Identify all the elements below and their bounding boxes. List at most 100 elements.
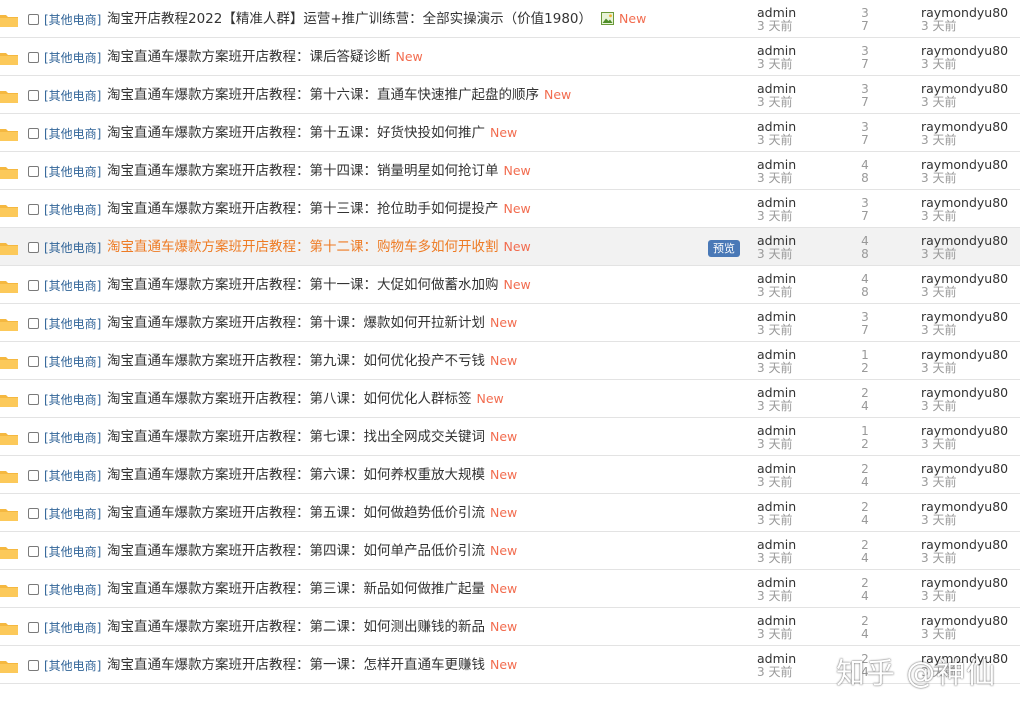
select-checkbox[interactable] [28, 660, 39, 671]
last-poster-link[interactable]: raymondyu80 [921, 196, 1008, 210]
category-link[interactable]: [其他电商] [44, 620, 101, 636]
last-post-date: 3 天前 [921, 627, 957, 641]
last-poster-link[interactable]: raymondyu80 [921, 310, 1008, 324]
author-link[interactable]: admin [757, 82, 796, 96]
select-checkbox[interactable] [28, 242, 39, 253]
select-checkbox[interactable] [28, 584, 39, 595]
reply-count: 3 [861, 6, 869, 20]
thread-title-link[interactable]: 淘宝直通车爆款方案班开店教程：第三课：新品如何做推广起量 New [107, 580, 517, 598]
category-link[interactable]: [其他电商] [44, 88, 101, 104]
thread-title-link[interactable]: 淘宝直通车爆款方案班开店教程：第一课：怎样开直通车更赚钱 New [107, 656, 517, 674]
select-checkbox[interactable] [28, 280, 39, 291]
last-poster-link[interactable]: raymondyu80 [921, 6, 1008, 20]
category-link[interactable]: [其他电商] [44, 582, 101, 598]
last-poster-link[interactable]: raymondyu80 [921, 462, 1008, 476]
last-poster-link[interactable]: raymondyu80 [921, 614, 1008, 628]
thread-title-link[interactable]: 淘宝直通车爆款方案班开店教程：第十三课：抢位助手如何提投产 New [107, 200, 531, 218]
category-link[interactable]: [其他电商] [44, 240, 101, 256]
last-poster-link[interactable]: raymondyu80 [921, 120, 1008, 134]
author-link[interactable]: admin [757, 158, 796, 172]
category-link[interactable]: [其他电商] [44, 468, 101, 484]
reply-count: 4 [861, 272, 869, 286]
author-link[interactable]: admin [757, 310, 796, 324]
category-link[interactable]: [其他电商] [44, 278, 101, 294]
author-link[interactable]: admin [757, 462, 796, 476]
new-tag: New [490, 543, 518, 558]
last-poster-link[interactable]: raymondyu80 [921, 82, 1008, 96]
last-poster-link[interactable]: raymondyu80 [921, 538, 1008, 552]
folder-icon [0, 167, 18, 179]
thread-title-link[interactable]: 淘宝直通车爆款方案班开店教程：第九课：如何优化投产不亏钱 New [107, 352, 517, 370]
thread-title-link[interactable]: 淘宝直通车爆款方案班开店教程：第五课：如何做趋势低价引流 New [107, 504, 517, 522]
category-link[interactable]: [其他电商] [44, 430, 101, 446]
last-poster-link[interactable]: raymondyu80 [921, 576, 1008, 590]
post-date: 3 天前 [757, 95, 793, 109]
author-link[interactable]: admin [757, 614, 796, 628]
select-checkbox[interactable] [28, 622, 39, 633]
preview-button[interactable]: 预览 [708, 240, 740, 257]
thread-title-link[interactable]: 淘宝直通车爆款方案班开店教程：课后答疑诊断 New [107, 48, 423, 66]
select-checkbox[interactable] [28, 318, 39, 329]
category-link[interactable]: [其他电商] [44, 126, 101, 142]
select-checkbox[interactable] [28, 52, 39, 63]
thread-title-link[interactable]: 淘宝直通车爆款方案班开店教程：第十二课：购物车多如何开收割 New [107, 238, 531, 256]
last-poster-link[interactable]: raymondyu80 [921, 386, 1008, 400]
category-link[interactable]: [其他电商] [44, 50, 101, 66]
author-link[interactable]: admin [757, 272, 796, 286]
author-link[interactable]: admin [757, 386, 796, 400]
category-link[interactable]: [其他电商] [44, 544, 101, 560]
last-poster-link[interactable]: raymondyu80 [921, 424, 1008, 438]
author-link[interactable]: admin [757, 196, 796, 210]
select-checkbox[interactable] [28, 394, 39, 405]
thread-title-link[interactable]: 淘宝直通车爆款方案班开店教程：第二课：如何测出赚钱的新品 New [107, 618, 517, 636]
category-link[interactable]: [其他电商] [44, 354, 101, 370]
author-link[interactable]: admin [757, 44, 796, 58]
category-link[interactable]: [其他电商] [44, 506, 101, 522]
select-checkbox[interactable] [28, 432, 39, 443]
thread-title-link[interactable]: 淘宝直通车爆款方案班开店教程：第十一课：大促如何做蓄水加购 New [107, 276, 531, 294]
select-checkbox[interactable] [28, 546, 39, 557]
select-checkbox[interactable] [28, 204, 39, 215]
last-poster-link[interactable]: raymondyu80 [921, 348, 1008, 362]
last-poster-link[interactable]: raymondyu80 [921, 234, 1008, 248]
author-link[interactable]: admin [757, 348, 796, 362]
view-count: 4 [861, 475, 869, 489]
thread-title-link[interactable]: 淘宝直通车爆款方案班开店教程：第七课：找出全网成交关键词 New [107, 428, 517, 446]
select-checkbox[interactable] [28, 470, 39, 481]
last-poster-link[interactable]: raymondyu80 [921, 500, 1008, 514]
thread-title-link[interactable]: 淘宝直通车爆款方案班开店教程：第十六课：直通车快速推广起盘的顺序 New [107, 86, 571, 104]
select-checkbox[interactable] [28, 90, 39, 101]
author-link[interactable]: admin [757, 424, 796, 438]
author-link[interactable]: admin [757, 576, 796, 590]
author-link[interactable]: admin [757, 234, 796, 248]
thread-title-link[interactable]: 淘宝直通车爆款方案班开店教程：第十四课：销量明星如何抢订单 New [107, 162, 531, 180]
category-link[interactable]: [其他电商] [44, 12, 101, 28]
author-link[interactable]: admin [757, 652, 796, 666]
view-count: 8 [861, 285, 869, 299]
author-link[interactable]: admin [757, 538, 796, 552]
thread-title-link[interactable]: 淘宝直通车爆款方案班开店教程：第四课：如何单产品低价引流 New [107, 542, 517, 560]
category-link[interactable]: [其他电商] [44, 316, 101, 332]
category-link[interactable]: [其他电商] [44, 202, 101, 218]
last-post-date: 3 天前 [921, 513, 957, 527]
last-poster-link[interactable]: raymondyu80 [921, 158, 1008, 172]
author-link[interactable]: admin [757, 500, 796, 514]
select-checkbox[interactable] [28, 356, 39, 367]
thread-title-link[interactable]: 淘宝直通车爆款方案班开店教程：第十五课：好货快投如何推广 New [107, 124, 517, 142]
thread-title-link[interactable]: 淘宝直通车爆款方案班开店教程：第十课：爆款如何开拉新计划 New [107, 314, 517, 332]
author-link[interactable]: admin [757, 6, 796, 20]
category-link[interactable]: [其他电商] [44, 658, 101, 674]
select-checkbox[interactable] [28, 128, 39, 139]
post-date: 3 天前 [757, 513, 793, 527]
last-poster-link[interactable]: raymondyu80 [921, 272, 1008, 286]
select-checkbox[interactable] [28, 166, 39, 177]
thread-title-link[interactable]: 淘宝开店教程2022【精准人群】运营+推广训练营：全部实操演示（价值1980） N… [107, 10, 646, 28]
select-checkbox[interactable] [28, 508, 39, 519]
category-link[interactable]: [其他电商] [44, 164, 101, 180]
last-poster-link[interactable]: raymondyu80 [921, 44, 1008, 58]
thread-title-link[interactable]: 淘宝直通车爆款方案班开店教程：第八课：如何优化人群标签 New [107, 390, 504, 408]
category-link[interactable]: [其他电商] [44, 392, 101, 408]
author-link[interactable]: admin [757, 120, 796, 134]
thread-title-link[interactable]: 淘宝直通车爆款方案班开店教程：第六课：如何养权重放大规模 New [107, 466, 517, 484]
select-checkbox[interactable] [28, 14, 39, 25]
